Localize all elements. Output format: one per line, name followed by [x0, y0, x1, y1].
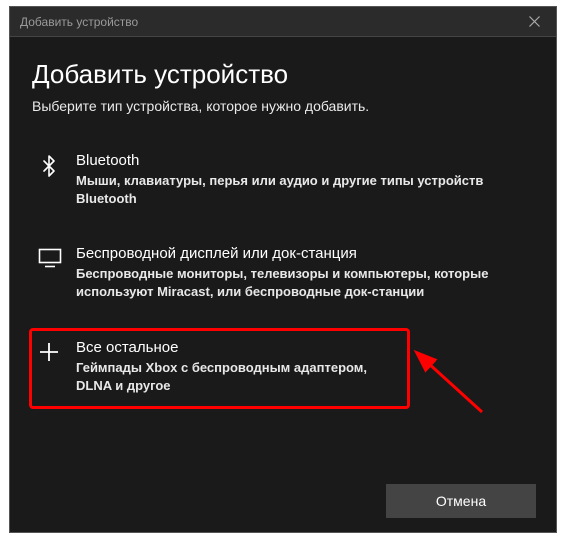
option-wireless-text: Беспроводной дисплей или док-станция Бес… [76, 245, 528, 300]
titlebar: Добавить устройство [10, 7, 556, 37]
option-bluetooth-title: Bluetooth [76, 152, 528, 169]
option-bluetooth[interactable]: Bluetooth Мыши, клавиатуры, перья или ау… [32, 142, 534, 221]
cancel-button[interactable]: Отмена [386, 484, 536, 518]
page-subtitle: Выберите тип устройства, которое нужно д… [32, 98, 534, 114]
option-wireless-title: Беспроводной дисплей или док-станция [76, 245, 528, 262]
add-device-dialog: Добавить устройство Добавить устройство … [9, 6, 557, 533]
bluetooth-icon [38, 154, 62, 178]
dialog-body: Добавить устройство Выберите тип устройс… [10, 37, 556, 409]
option-bluetooth-text: Bluetooth Мыши, клавиатуры, перья или ау… [76, 152, 528, 207]
option-everything-else[interactable]: Все остальное Геймпады Xbox с беспроводн… [29, 328, 410, 409]
plus-icon [38, 341, 62, 365]
close-button[interactable] [520, 11, 548, 33]
option-other-title: Все остальное [76, 339, 401, 356]
option-wireless-desc: Беспроводные мониторы, телевизоры и комп… [76, 265, 528, 300]
page-title: Добавить устройство [32, 59, 534, 90]
close-icon [529, 16, 540, 27]
option-other-desc: Геймпады Xbox с беспроводным адаптером, … [76, 359, 401, 394]
option-bluetooth-desc: Мыши, клавиатуры, перья или аудио и друг… [76, 172, 528, 207]
option-wireless-display[interactable]: Беспроводной дисплей или док-станция Бес… [32, 235, 534, 314]
option-other-text: Все остальное Геймпады Xbox с беспроводн… [76, 339, 401, 394]
dialog-footer: Отмена [386, 484, 536, 518]
monitor-icon [38, 247, 62, 271]
titlebar-title: Добавить устройство [20, 15, 138, 29]
